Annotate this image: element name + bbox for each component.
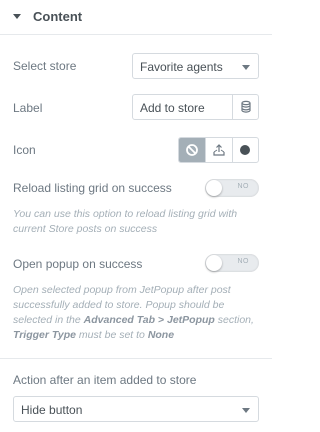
caret-down-icon <box>13 14 21 19</box>
open-popup-label: Open popup on success <box>13 257 143 271</box>
action-after-dropdown[interactable]: Hide button <box>13 396 259 422</box>
action-after-label: Action after an item added to store <box>13 373 197 387</box>
upload-icon <box>213 144 225 156</box>
open-popup-toggle[interactable]: NO <box>205 254 259 272</box>
section-header-content[interactable]: Content <box>0 0 272 34</box>
desc-bold: Advanced Tab > JetPopup <box>83 314 215 326</box>
icon-choose-group <box>178 137 259 163</box>
open-popup-description: Open selected popup from JetPopup after … <box>13 283 263 343</box>
select-store-label: Select store <box>13 59 77 73</box>
chevron-down-icon <box>242 65 250 70</box>
desc-bold: None <box>147 329 175 341</box>
chevron-down-icon <box>242 408 250 413</box>
desc-bold: Trigger Type <box>13 329 77 341</box>
desc-text: section, <box>214 314 254 326</box>
section-divider <box>0 34 272 35</box>
toggle-knob <box>206 180 222 196</box>
icon-none-option[interactable] <box>179 138 206 162</box>
circle-icon <box>240 145 251 155</box>
section-divider <box>0 358 272 359</box>
reload-grid-toggle[interactable]: NO <box>205 179 259 197</box>
reload-grid-label: Reload listing grid on success <box>13 181 172 195</box>
toggle-knob <box>206 255 222 271</box>
toggle-state-text: NO <box>237 183 249 190</box>
action-after-value: Hide button <box>21 403 83 417</box>
label-input[interactable]: Add to store <box>132 94 259 120</box>
dynamic-tags-button[interactable] <box>232 95 258 119</box>
select-store-dropdown[interactable]: Favorite agents <box>132 53 259 79</box>
desc-text: must be set to <box>76 329 148 341</box>
ban-icon <box>186 144 199 156</box>
toggle-state-text: NO <box>237 258 249 265</box>
icon-library-option[interactable] <box>231 138 258 162</box>
label-input-value: Add to store <box>140 101 205 115</box>
database-icon <box>241 100 251 113</box>
section-title: Content <box>33 9 83 24</box>
select-store-value: Favorite agents <box>140 60 223 74</box>
icon-upload-option[interactable] <box>205 138 231 162</box>
label-field-label: Label <box>13 101 43 115</box>
icon-label: Icon <box>13 143 36 157</box>
reload-grid-description: You can use this option to reload listin… <box>13 208 238 235</box>
